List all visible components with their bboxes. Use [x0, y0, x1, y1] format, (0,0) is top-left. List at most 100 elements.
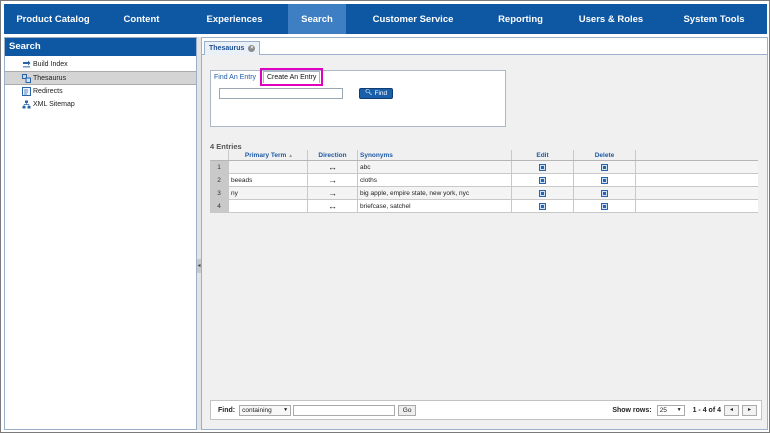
edit-cell [512, 161, 574, 173]
sidebar-item-label: Build Index [33, 61, 68, 68]
chevron-down-icon: ▼ [283, 406, 289, 413]
synonyms-cell: big apple, empire state, new york, nyc [358, 187, 512, 199]
nav-content[interactable]: Content [102, 4, 181, 34]
nav-customer-service[interactable]: Customer Service [346, 4, 480, 34]
go-button[interactable]: Go [398, 404, 417, 416]
table-row[interactable]: 3 ny → big apple, empire state, new york… [210, 187, 758, 200]
row-filler [636, 187, 758, 199]
nav-search[interactable]: Search [288, 4, 346, 34]
show-rows-label: Show rows: [612, 406, 652, 414]
chevron-down-icon: ▼ [676, 406, 682, 413]
redirect-icon [22, 87, 31, 96]
edit-cell [512, 200, 574, 212]
direction-one-way-icon: → [308, 174, 358, 186]
row-number: 2 [210, 174, 229, 186]
tab-label: Thesaurus [209, 44, 245, 52]
nav-product-catalog[interactable]: Product Catalog [4, 4, 102, 34]
table-row[interactable]: 2 beeads → cloths [210, 174, 758, 187]
column-header-filler [636, 150, 758, 160]
sidebar-item-label: Redirects [33, 88, 63, 95]
tab-create-an-entry[interactable]: Create An Entry [259, 68, 324, 86]
sidebar-item-build-index[interactable]: Build Index [5, 58, 196, 71]
direction-bidirectional-icon: ↔ [308, 161, 358, 173]
synonyms-cell: abc [358, 161, 512, 173]
delete-icon[interactable] [601, 176, 608, 184]
primary-term-cell [229, 200, 308, 212]
primary-term-cell: beeads [229, 174, 308, 186]
column-header-primary-term[interactable]: Primary Term ▲ [229, 150, 308, 160]
sidebar-title: Search [5, 38, 196, 56]
direction-bidirectional-icon: ↔ [308, 200, 358, 212]
page-range: 1 - 4 of 4 [692, 406, 721, 414]
edit-icon[interactable] [539, 176, 546, 184]
grid-footer-toolbar: Find: containing ▼ Go Show rows: 25 ▼ 1 … [210, 400, 762, 420]
search-input[interactable] [219, 88, 343, 99]
delete-cell [574, 174, 636, 186]
column-label: Primary Term [244, 152, 287, 159]
grid-header: Primary Term ▲ Direction Synonyms Edit D… [210, 150, 758, 161]
previous-page-button[interactable]: ◂ [724, 404, 739, 416]
chevron-left-icon: ◂ [729, 406, 733, 413]
column-header-number [210, 150, 229, 160]
row-number: 4 [210, 200, 229, 212]
table-row[interactable]: 1 ↔ abc [210, 161, 758, 174]
close-icon[interactable]: × [248, 45, 256, 52]
delete-icon[interactable] [601, 189, 608, 197]
chevron-right-icon: ▸ [747, 406, 751, 413]
edit-icon[interactable] [539, 189, 546, 197]
row-filler [636, 200, 758, 212]
delete-cell [574, 161, 636, 173]
filter-input[interactable] [293, 404, 396, 416]
edit-cell [512, 187, 574, 199]
nav-system-tools[interactable]: System Tools [661, 4, 767, 34]
tab-find-an-entry[interactable]: Find An Entry [214, 72, 256, 83]
primary-term-cell [229, 161, 308, 173]
main-panel: Thesaurus × Find An Entry Create An Entr… [201, 37, 768, 430]
find-button[interactable]: 🔍︎ Find [359, 88, 393, 99]
delete-icon[interactable] [601, 202, 608, 210]
delete-cell [574, 187, 636, 199]
next-page-button[interactable]: ▸ [742, 404, 757, 416]
sidebar-item-xml-sitemap[interactable]: XML Sitemap [5, 98, 196, 111]
sort-ascending-icon: ▲ [288, 153, 294, 159]
edit-cell [512, 174, 574, 186]
table-row[interactable]: 4 ↔ briefcase, satchel [210, 200, 758, 213]
rows-per-page-value: 25 [659, 406, 667, 414]
application-window: Product Catalog Content Experiences Sear… [0, 0, 770, 433]
synonyms-cell: cloths [358, 174, 512, 186]
row-filler [636, 174, 758, 186]
footer-find-label: Find: [218, 406, 236, 414]
thesaurus-grid: Primary Term ▲ Direction Synonyms Edit D… [210, 150, 758, 213]
row-number: 3 [210, 187, 229, 199]
column-header-delete: Delete [574, 150, 636, 160]
delete-cell [574, 200, 636, 212]
primary-term-cell: ny [229, 187, 308, 199]
search-icon: 🔍︎ [364, 90, 373, 96]
filter-mode-select[interactable]: containing ▼ [239, 404, 292, 416]
synonyms-cell: briefcase, satchel [358, 200, 512, 212]
thesaurus-icon [22, 74, 31, 83]
nav-reporting[interactable]: Reporting [480, 4, 561, 34]
filter-mode-value: containing [242, 406, 272, 414]
edit-icon[interactable] [539, 202, 546, 210]
sitemap-icon [22, 100, 31, 109]
tab-thesaurus[interactable]: Thesaurus × [204, 41, 261, 55]
rows-per-page-select[interactable]: 25 ▼ [656, 404, 685, 416]
nav-users-roles[interactable]: Users & Roles [561, 4, 661, 34]
nav-experiences[interactable]: Experiences [181, 4, 288, 34]
edit-icon[interactable] [539, 163, 546, 171]
column-header-synonyms[interactable]: Synonyms [358, 150, 512, 160]
row-filler [636, 161, 758, 173]
build-index-icon [23, 60, 31, 68]
column-header-direction[interactable]: Direction [308, 150, 358, 160]
row-number: 1 [210, 161, 229, 173]
sidebar-item-label: XML Sitemap [33, 101, 75, 108]
delete-icon[interactable] [601, 163, 608, 171]
sidebar-item-label: Thesaurus [33, 75, 67, 82]
sidebar: Search Build Index Thesaurus Redirects X… [4, 37, 197, 430]
sidebar-item-thesaurus[interactable]: Thesaurus [5, 71, 196, 85]
sidebar-item-redirects[interactable]: Redirects [5, 85, 196, 98]
entry-search-panel: Find An Entry Create An Entry 🔍︎ Find [210, 68, 506, 127]
tab-strip: Thesaurus × [202, 38, 767, 55]
top-navigation: Product Catalog Content Experiences Sear… [4, 4, 767, 34]
